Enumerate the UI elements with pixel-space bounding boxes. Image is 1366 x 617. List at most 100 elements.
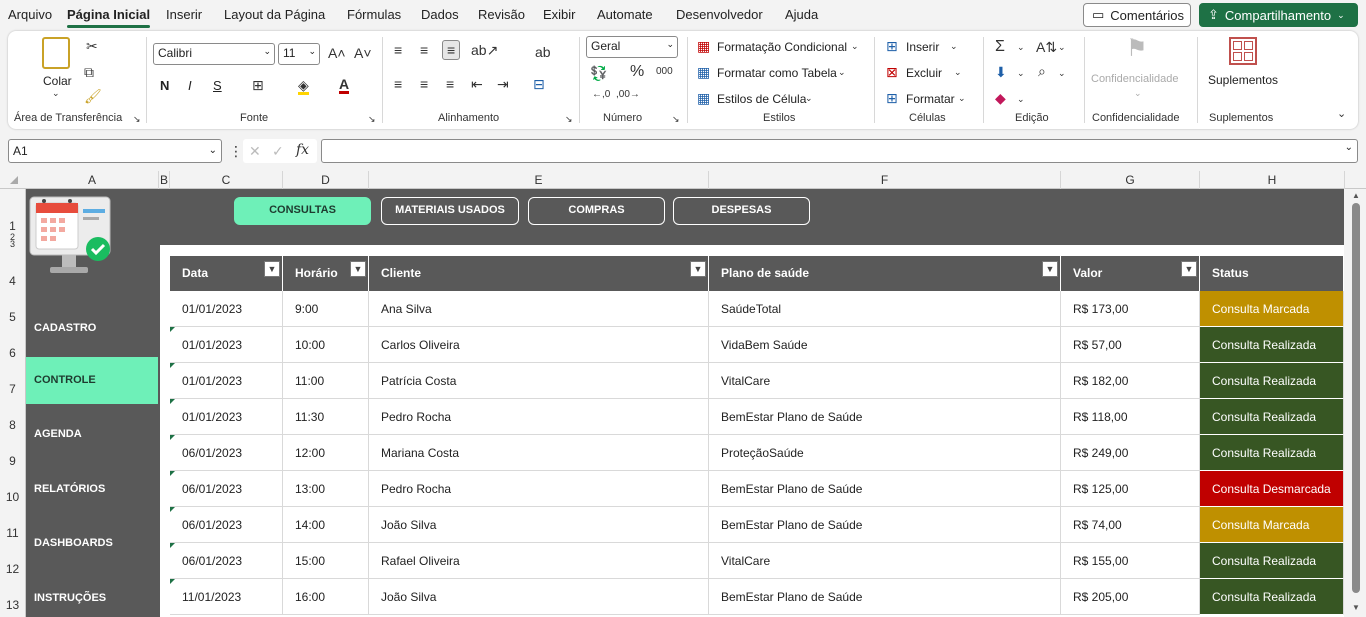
- filter-dropdown-icon[interactable]: ▼: [1042, 261, 1058, 277]
- cell-valor[interactable]: R$ 205,00: [1061, 579, 1200, 615]
- cell-cliente[interactable]: João Silva: [369, 579, 709, 615]
- cancel-icon[interactable]: ✕: [249, 144, 261, 158]
- menu-layout[interactable]: Layout da Página: [224, 7, 325, 22]
- italic-button[interactable]: I: [188, 78, 192, 93]
- dialog-launcher-icon[interactable]: ↘: [672, 115, 680, 124]
- cell-data[interactable]: 01/01/2023: [170, 363, 283, 399]
- find-icon[interactable]: ⌕: [1038, 64, 1046, 78]
- cell-valor[interactable]: R$ 182,00: [1061, 363, 1200, 399]
- chevron-down-icon[interactable]: ⌄: [954, 68, 962, 77]
- delete-cells-button[interactable]: Excluir: [906, 66, 942, 80]
- align-top-icon[interactable]: ≡: [394, 43, 402, 57]
- nav-materiais-button[interactable]: MATERIAIS USADOS: [381, 197, 519, 225]
- chevron-down-icon[interactable]: ⌄: [838, 68, 846, 77]
- cell-styles-button[interactable]: Estilos de Célula: [717, 92, 806, 106]
- format-painter-icon[interactable]: 🖌: [84, 89, 102, 103]
- menu-formulas[interactable]: Fórmulas: [347, 7, 401, 22]
- cell-cliente[interactable]: Rafael Oliveira: [369, 543, 709, 579]
- col-header-f[interactable]: F: [709, 171, 1061, 189]
- font-name-select[interactable]: Calibri ⌄: [153, 43, 275, 65]
- font-color-icon[interactable]: A: [339, 77, 350, 94]
- scroll-thumb[interactable]: [1352, 203, 1360, 593]
- chevron-down-icon[interactable]: ⌄: [958, 94, 966, 103]
- increase-decimal-icon[interactable]: ←,0: [592, 90, 610, 100]
- dialog-launcher-icon[interactable]: ↘: [565, 115, 573, 124]
- decrease-decimal-icon[interactable]: ,00→: [616, 90, 640, 100]
- header-plano[interactable]: Plano de saúde: [709, 256, 1061, 291]
- align-right-icon[interactable]: ≡: [446, 77, 454, 91]
- cell-data[interactable]: 01/01/2023: [170, 399, 283, 435]
- underline-button[interactable]: S: [213, 78, 222, 93]
- chevron-down-icon[interactable]: ⌄: [851, 42, 859, 51]
- cell-horario[interactable]: 10:00: [283, 327, 369, 363]
- row-header[interactable]: 10: [0, 490, 25, 504]
- cell-status[interactable]: Consulta Marcada: [1200, 291, 1344, 327]
- cell-horario[interactable]: 16:00: [283, 579, 369, 615]
- row-header[interactable]: 11: [0, 526, 25, 540]
- sidebar-item-cadastro[interactable]: CADASTRO: [26, 322, 158, 336]
- insert-cells-button[interactable]: Inserir: [906, 40, 939, 54]
- col-header-h[interactable]: H: [1200, 171, 1345, 189]
- cell-valor[interactable]: R$ 249,00: [1061, 435, 1200, 471]
- dialog-launcher-icon[interactable]: ↘: [133, 115, 141, 124]
- row-header[interactable]: 7: [0, 382, 25, 396]
- chevron-down-icon[interactable]: ⌄: [1017, 69, 1025, 78]
- menu-desenvolvedor[interactable]: Desenvolvedor: [676, 7, 763, 22]
- cell-valor[interactable]: R$ 118,00: [1061, 399, 1200, 435]
- cell-horario[interactable]: 9:00: [283, 291, 369, 327]
- menu-ajuda[interactable]: Ajuda: [785, 7, 818, 22]
- cell-plano[interactable]: BemEstar Plano de Saúde: [709, 507, 1061, 543]
- copy-icon[interactable]: ⧉: [84, 65, 94, 79]
- decrease-font-icon[interactable]: A˅: [354, 46, 372, 60]
- cell-data[interactable]: 06/01/2023: [170, 543, 283, 579]
- header-status[interactable]: Status: [1200, 256, 1344, 291]
- cell-data[interactable]: 11/01/2023: [170, 579, 283, 615]
- nav-compras-button[interactable]: COMPRAS: [528, 197, 665, 225]
- cell-data[interactable]: 01/01/2023: [170, 327, 283, 363]
- cell-plano[interactable]: ProteçãoSaúde: [709, 435, 1061, 471]
- vertical-scrollbar[interactable]: ▲ ▼: [1346, 189, 1366, 617]
- cell-status[interactable]: Consulta Marcada: [1200, 507, 1344, 543]
- cell-plano[interactable]: SaúdeTotal: [709, 291, 1061, 327]
- menu-inserir[interactable]: Inserir: [166, 7, 202, 22]
- autosum-icon[interactable]: Σ: [995, 39, 1005, 55]
- row-header[interactable]: 4: [0, 274, 25, 288]
- col-header-a[interactable]: A: [26, 171, 159, 189]
- paste-icon[interactable]: [42, 37, 70, 69]
- row-header[interactable]: 6: [0, 346, 25, 360]
- sidebar-item-agenda[interactable]: AGENDA: [26, 428, 158, 442]
- cell-plano[interactable]: VitalCare: [709, 363, 1061, 399]
- cell-status[interactable]: Consulta Realizada: [1200, 327, 1344, 363]
- menu-pagina-inicial[interactable]: Página Inicial: [67, 7, 151, 28]
- cell-cliente[interactable]: Ana Silva: [369, 291, 709, 327]
- share-button[interactable]: ⇪ Compartilhamento ⌄: [1199, 3, 1358, 27]
- chevron-down-icon[interactable]: ⌄: [1017, 95, 1025, 104]
- menu-automate[interactable]: Automate: [597, 7, 653, 22]
- merge-center-icon[interactable]: ⊟: [533, 77, 545, 91]
- align-center-icon[interactable]: ≡: [420, 77, 428, 91]
- borders-icon[interactable]: ⊞: [252, 78, 264, 92]
- row-header[interactable]: 12: [0, 562, 25, 576]
- cell-status[interactable]: Consulta Realizada: [1200, 543, 1344, 579]
- sort-filter-icon[interactable]: A⇅: [1036, 40, 1057, 54]
- font-size-select[interactable]: 11 ⌄: [278, 43, 320, 65]
- paste-label[interactable]: Colar: [43, 74, 72, 88]
- cell-status[interactable]: Consulta Desmarcada: [1200, 471, 1344, 507]
- cell-plano[interactable]: VitalCare: [709, 543, 1061, 579]
- align-middle-icon[interactable]: ≡: [420, 43, 428, 57]
- cell-data[interactable]: 01/01/2023: [170, 291, 283, 327]
- col-header-e[interactable]: E: [369, 171, 709, 189]
- enter-icon[interactable]: ✓: [272, 144, 284, 158]
- insert-function-icon[interactable]: fx: [296, 143, 309, 157]
- filter-dropdown-icon[interactable]: ▼: [264, 261, 280, 277]
- conditional-format-button[interactable]: Formatação Condicional: [717, 40, 847, 54]
- sensitivity-button[interactable]: Confidencialidade: [1091, 73, 1178, 85]
- cell-status[interactable]: Consulta Realizada: [1200, 579, 1344, 615]
- align-left-icon[interactable]: ≡: [394, 77, 402, 91]
- row-header[interactable]: 8: [0, 418, 25, 432]
- nav-despesas-button[interactable]: DESPESAS: [673, 197, 810, 225]
- cut-icon[interactable]: ✂: [86, 39, 98, 53]
- menu-revisao[interactable]: Revisão: [478, 7, 525, 22]
- fill-color-icon[interactable]: ◈: [298, 78, 309, 95]
- filter-dropdown-icon[interactable]: ▼: [690, 261, 706, 277]
